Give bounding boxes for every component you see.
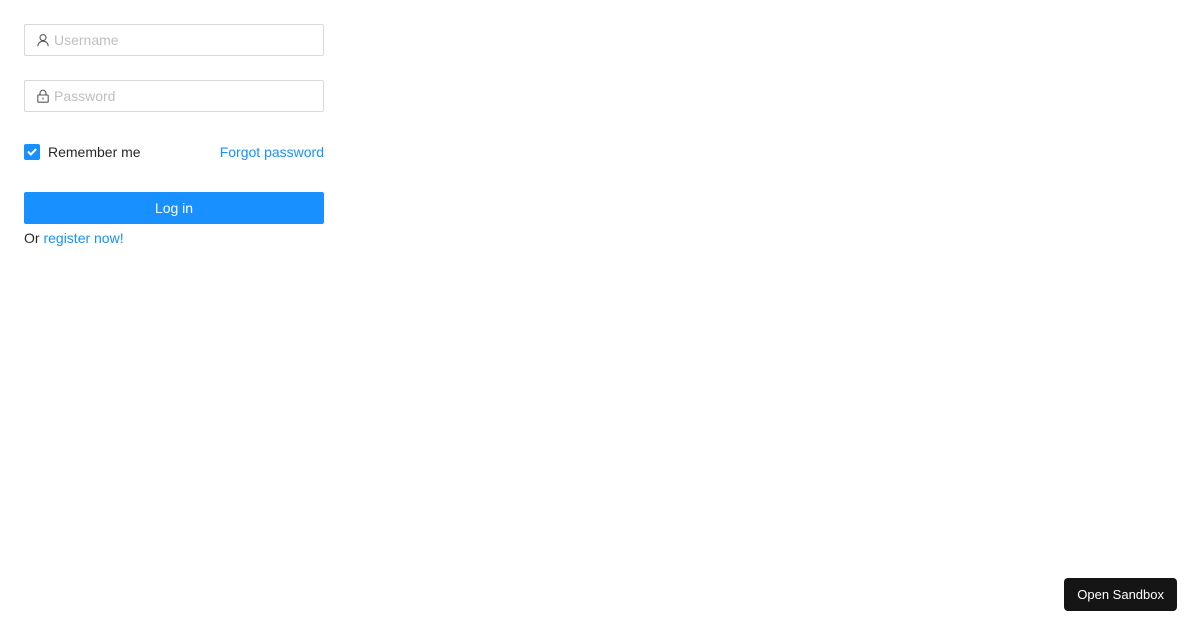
register-prefix: Or xyxy=(24,230,40,246)
lock-icon xyxy=(36,89,50,103)
username-input[interactable] xyxy=(54,25,323,55)
forgot-password-link[interactable]: Forgot password xyxy=(220,144,324,160)
password-field[interactable] xyxy=(24,80,324,112)
remember-me-label: Remember me xyxy=(48,144,141,160)
open-sandbox-button[interactable]: Open Sandbox xyxy=(1064,578,1177,611)
password-input[interactable] xyxy=(54,81,323,111)
login-button[interactable]: Log in xyxy=(24,192,324,224)
user-icon xyxy=(36,33,50,47)
login-form: Remember me Forgot password Log in Or re… xyxy=(24,24,324,249)
username-field[interactable] xyxy=(24,24,324,56)
register-now-link[interactable]: register now! xyxy=(43,230,123,246)
options-row: Remember me Forgot password xyxy=(24,136,324,168)
remember-me-checkbox[interactable]: Remember me xyxy=(24,144,141,160)
checkbox-checked-icon[interactable] xyxy=(24,144,40,160)
register-line: Or register now! xyxy=(24,227,324,249)
